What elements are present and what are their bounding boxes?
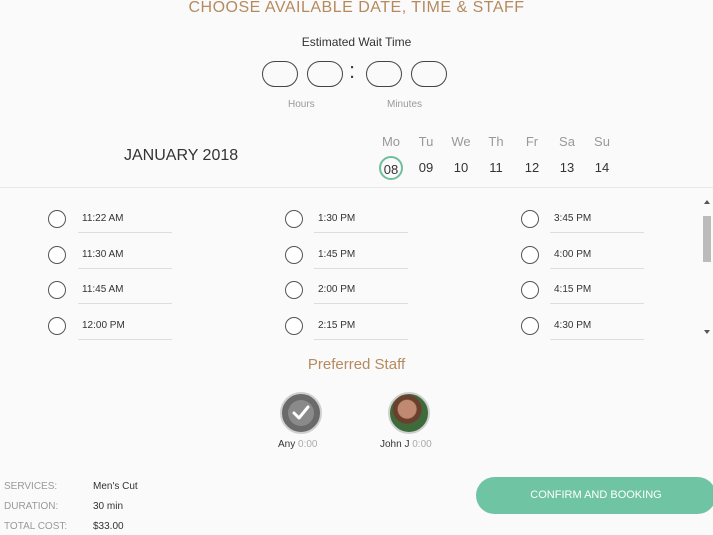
minutes-label: Minutes (387, 99, 423, 110)
day-friday[interactable]: Fr 12 (518, 134, 546, 180)
time-slot-label[interactable]: 4:15 PM (550, 280, 644, 304)
day-tuesday[interactable]: Tu 09 (412, 134, 440, 180)
time-slot-radio[interactable] (521, 281, 539, 299)
day-name: Th (488, 134, 504, 149)
time-slot-label[interactable]: 2:00 PM (314, 280, 408, 304)
time-slot-radio[interactable] (285, 210, 303, 228)
time-slot-radio[interactable] (48, 246, 66, 264)
staff-any-avatar[interactable] (280, 392, 322, 434)
day-number: 10 (453, 160, 469, 175)
total-cost-key: TOTAL COST: (4, 521, 68, 532)
staff-john-label: John J 0:00 (380, 439, 432, 450)
time-slot-label[interactable]: 12:00 PM (78, 316, 172, 340)
staff-wait-time: 0:00 (412, 439, 432, 450)
time-slot-radio[interactable] (48, 210, 66, 228)
time-slot-label[interactable]: 4:00 PM (550, 245, 644, 269)
day-number: 13 (559, 160, 575, 175)
day-thursday[interactable]: Th 11 (482, 134, 510, 180)
hours-digit-2 (307, 61, 343, 87)
time-slot-label[interactable]: 1:45 PM (314, 245, 408, 269)
staff-john-avatar[interactable] (388, 392, 430, 434)
duration-value: 30 min (93, 501, 124, 512)
day-wednesday[interactable]: We 10 (447, 134, 475, 180)
day-number: 09 (418, 160, 434, 175)
confirm-booking-button[interactable]: CONFIRM AND BOOKING (476, 477, 713, 514)
time-slot-radio[interactable] (48, 281, 66, 299)
time-slot-label[interactable]: 11:30 AM (78, 245, 172, 269)
staff-any-label: Any 0:00 (278, 439, 317, 450)
hours-label: Hours (288, 99, 315, 110)
day-saturday[interactable]: Sa 13 (553, 134, 581, 180)
page-title: CHOOSE AVAILABLE DATE, TIME & STAFF (188, 0, 525, 16)
day-name: Fr (525, 134, 539, 149)
duration-key: DURATION: (4, 501, 59, 512)
section-divider (0, 187, 713, 188)
staff-name: Any (278, 439, 296, 450)
day-monday[interactable]: Mo 08 (377, 134, 405, 180)
time-slot-radio[interactable] (48, 317, 66, 335)
day-number: 12 (524, 160, 540, 175)
services-key: SERVICES: (4, 481, 58, 492)
services-value: Men's Cut (93, 481, 138, 492)
wait-time-title: Estimated Wait Time (301, 35, 412, 49)
time-slot-label[interactable]: 1:30 PM (314, 209, 408, 233)
day-name: Mo (381, 134, 401, 149)
time-slot-radio[interactable] (285, 281, 303, 299)
time-separator: : (349, 58, 356, 83)
day-name: Tu (418, 134, 434, 149)
day-number: 08 (379, 156, 403, 180)
time-slot-label[interactable]: 2:15 PM (314, 316, 408, 340)
day-number: 11 (489, 160, 503, 175)
day-name: Sa (559, 134, 575, 149)
time-slot-radio[interactable] (285, 317, 303, 335)
time-slot-label[interactable]: 4:30 PM (550, 316, 644, 340)
day-name: We (451, 134, 471, 149)
preferred-staff-title: Preferred Staff (307, 356, 406, 373)
day-name: Su (594, 134, 610, 149)
time-slot-label[interactable]: 11:45 AM (78, 280, 172, 304)
scroll-thumb[interactable] (703, 216, 711, 262)
scroll-down-arrow-icon[interactable] (704, 330, 710, 334)
time-slot-radio[interactable] (285, 246, 303, 264)
staff-wait-time: 0:00 (298, 439, 318, 450)
checkmark-icon (288, 400, 314, 426)
time-slots-scrollbar[interactable] (701, 200, 713, 340)
time-slot-radio[interactable] (521, 246, 539, 264)
total-cost-value: $33.00 (93, 521, 124, 532)
month-label: JANUARY 2018 (124, 147, 239, 164)
time-slot-radio[interactable] (521, 317, 539, 335)
minutes-digit-1 (366, 61, 402, 87)
time-slot-label[interactable]: 3:45 PM (550, 209, 644, 233)
day-sunday[interactable]: Su 14 (588, 134, 616, 180)
day-number: 14 (594, 160, 610, 175)
time-slot-radio[interactable] (521, 210, 539, 228)
minutes-digit-2 (411, 61, 447, 87)
time-slot-label[interactable]: 11:22 AM (78, 209, 172, 233)
hours-digit-1 (262, 61, 298, 87)
staff-name: John J (380, 439, 410, 450)
scroll-up-arrow-icon[interactable] (704, 200, 710, 204)
